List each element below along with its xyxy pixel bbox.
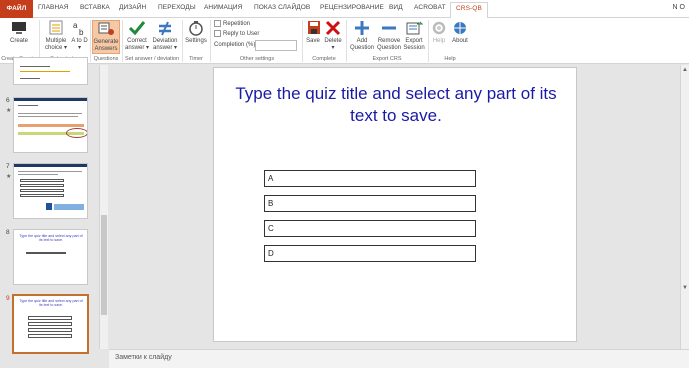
thumbnails-scrollbar[interactable] — [99, 65, 108, 349]
slide-number-9: 9 — [6, 295, 10, 302]
group-complete: Complete — [312, 56, 336, 62]
not-equal-icon — [156, 20, 174, 36]
gear-icon — [430, 20, 448, 36]
add-question-button[interactable]: Add Question — [348, 20, 376, 52]
stopwatch-icon — [187, 20, 205, 36]
current-slide[interactable]: Type the quiz title and select any part … — [213, 67, 577, 342]
animation-star-icon: ★ — [6, 174, 12, 180]
tab-insert[interactable]: ВСТАВКА — [80, 4, 110, 11]
export-icon — [405, 20, 424, 36]
tab-home[interactable]: ГЛАВНАЯ — [38, 4, 69, 11]
minus-icon — [380, 20, 398, 36]
completion-input[interactable] — [255, 40, 297, 51]
tab-transitions[interactable]: ПЕРЕХОДЫ — [158, 4, 196, 11]
scroll-down-arrow-icon[interactable]: ▼ — [682, 285, 688, 291]
about-button[interactable]: About — [450, 20, 470, 45]
ribbon: Create Multiple choice ▾ ab A to D ▾ Gen… — [0, 18, 689, 64]
delete-button[interactable]: Delete ▾ — [322, 20, 344, 52]
repetition-checkbox[interactable]: Repetition — [214, 20, 250, 27]
generate-answers-icon — [97, 21, 115, 37]
slide-number-6: 6 — [6, 97, 10, 104]
tab-animation[interactable]: АНИМАЦИЯ — [204, 4, 242, 11]
reply-to-user-box[interactable] — [214, 30, 221, 37]
a-to-d-icon: ab — [71, 20, 89, 37]
notes-label: Заметки к слайду — [115, 354, 172, 361]
scrollbar-thumb[interactable] — [101, 215, 107, 315]
tab-view[interactable]: ВИД — [389, 4, 403, 11]
svg-text:a: a — [73, 21, 78, 30]
globe-icon — [451, 20, 469, 36]
tab-review[interactable]: РЕЦЕНЗИРОВАНИЕ — [320, 4, 384, 11]
svg-text:b: b — [79, 28, 84, 36]
red-x-icon — [324, 20, 342, 36]
slide-edit-area: Type the quiz title and select any part … — [109, 65, 689, 349]
group-questions: Questions — [93, 56, 119, 62]
notes-bar[interactable]: Заметки к слайду — [109, 349, 689, 368]
export-session-button[interactable]: Export Session — [403, 20, 425, 52]
slide-title[interactable]: Type the quiz title and select any part … — [234, 83, 558, 127]
slide-thumbnail-7[interactable] — [13, 163, 88, 219]
tab-slideshow[interactable]: ПОКАЗ СЛАЙДОВ — [254, 4, 310, 11]
help-button[interactable]: Help — [430, 20, 448, 45]
answer-box-d[interactable]: D — [264, 245, 476, 262]
multiple-choice-button[interactable]: Multiple choice ▾ — [42, 20, 70, 52]
plus-icon — [353, 20, 371, 36]
slide-thumbnail-6[interactable] — [13, 97, 88, 153]
slide-thumbnail-8[interactable]: Type the quiz title and select any part … — [13, 229, 88, 285]
group-export-crs: Export CRS — [372, 56, 402, 62]
generate-answers-button[interactable]: Generate Answers — [92, 20, 120, 54]
multiple-choice-icon — [47, 20, 65, 36]
save-button[interactable]: Save — [305, 20, 321, 45]
group-other-settings: Other settings — [239, 56, 275, 62]
tab-crs-qb[interactable]: CRS-QB — [450, 2, 488, 19]
answer-box-b[interactable]: B — [264, 195, 476, 212]
tab-acrobat[interactable]: ACROBAT — [414, 4, 446, 11]
slide-number-8: 8 — [6, 229, 10, 236]
animation-star-icon: ★ — [6, 108, 12, 114]
answer-box-a[interactable]: A — [264, 170, 476, 187]
tab-design[interactable]: ДИЗАЙН — [119, 4, 146, 11]
answer-box-c[interactable]: C — [264, 220, 476, 237]
slide-number-7: 7 — [6, 163, 10, 170]
group-timer: Timer — [189, 56, 203, 62]
deviation-answer-button[interactable]: Deviation answer ▾ — [151, 20, 179, 52]
scroll-up-arrow-icon[interactable]: ▲ — [682, 67, 688, 73]
thumbnail-title: Type the quiz title and select any part … — [19, 234, 83, 242]
slide-thumbnail-5[interactable] — [13, 57, 88, 85]
slide-thumbnail-9[interactable]: Type the quiz title and select any part … — [12, 294, 89, 354]
correct-answer-button[interactable]: Correct answer ▾ — [124, 20, 150, 52]
thumbnail-title: Type the quiz title and select any part … — [19, 299, 83, 307]
timer-settings-button[interactable]: Settings — [184, 20, 208, 45]
completion-label: Completion (%) — [214, 42, 256, 48]
user-initials[interactable]: N O — [673, 4, 685, 11]
slide-thumbnails-pane: 6 ★ 7 ★ 8 Type the quiz title and select… — [0, 57, 99, 354]
slide-scrollbar[interactable]: ▲ ▼ — [680, 65, 689, 349]
remove-question-button[interactable]: Remove Question — [376, 20, 402, 52]
reply-to-user-checkbox[interactable]: Reply to User — [214, 30, 259, 37]
ribbon-tab-bar: ФАЙЛ ГЛАВНАЯ ВСТАВКА ДИЗАЙН ПЕРЕХОДЫ АНИ… — [0, 0, 689, 19]
create-button[interactable]: Create — [6, 20, 32, 45]
group-help: Help — [444, 56, 456, 62]
tab-file[interactable]: ФАЙЛ — [0, 0, 33, 18]
floppy-disk-icon — [305, 20, 323, 36]
group-set-answer: Set answer / deviation — [124, 56, 180, 62]
monitor-icon — [10, 20, 28, 36]
checkmark-icon — [128, 20, 146, 36]
repetition-box[interactable] — [214, 20, 221, 27]
a-to-d-button[interactable]: ab A to D ▾ — [71, 20, 88, 52]
